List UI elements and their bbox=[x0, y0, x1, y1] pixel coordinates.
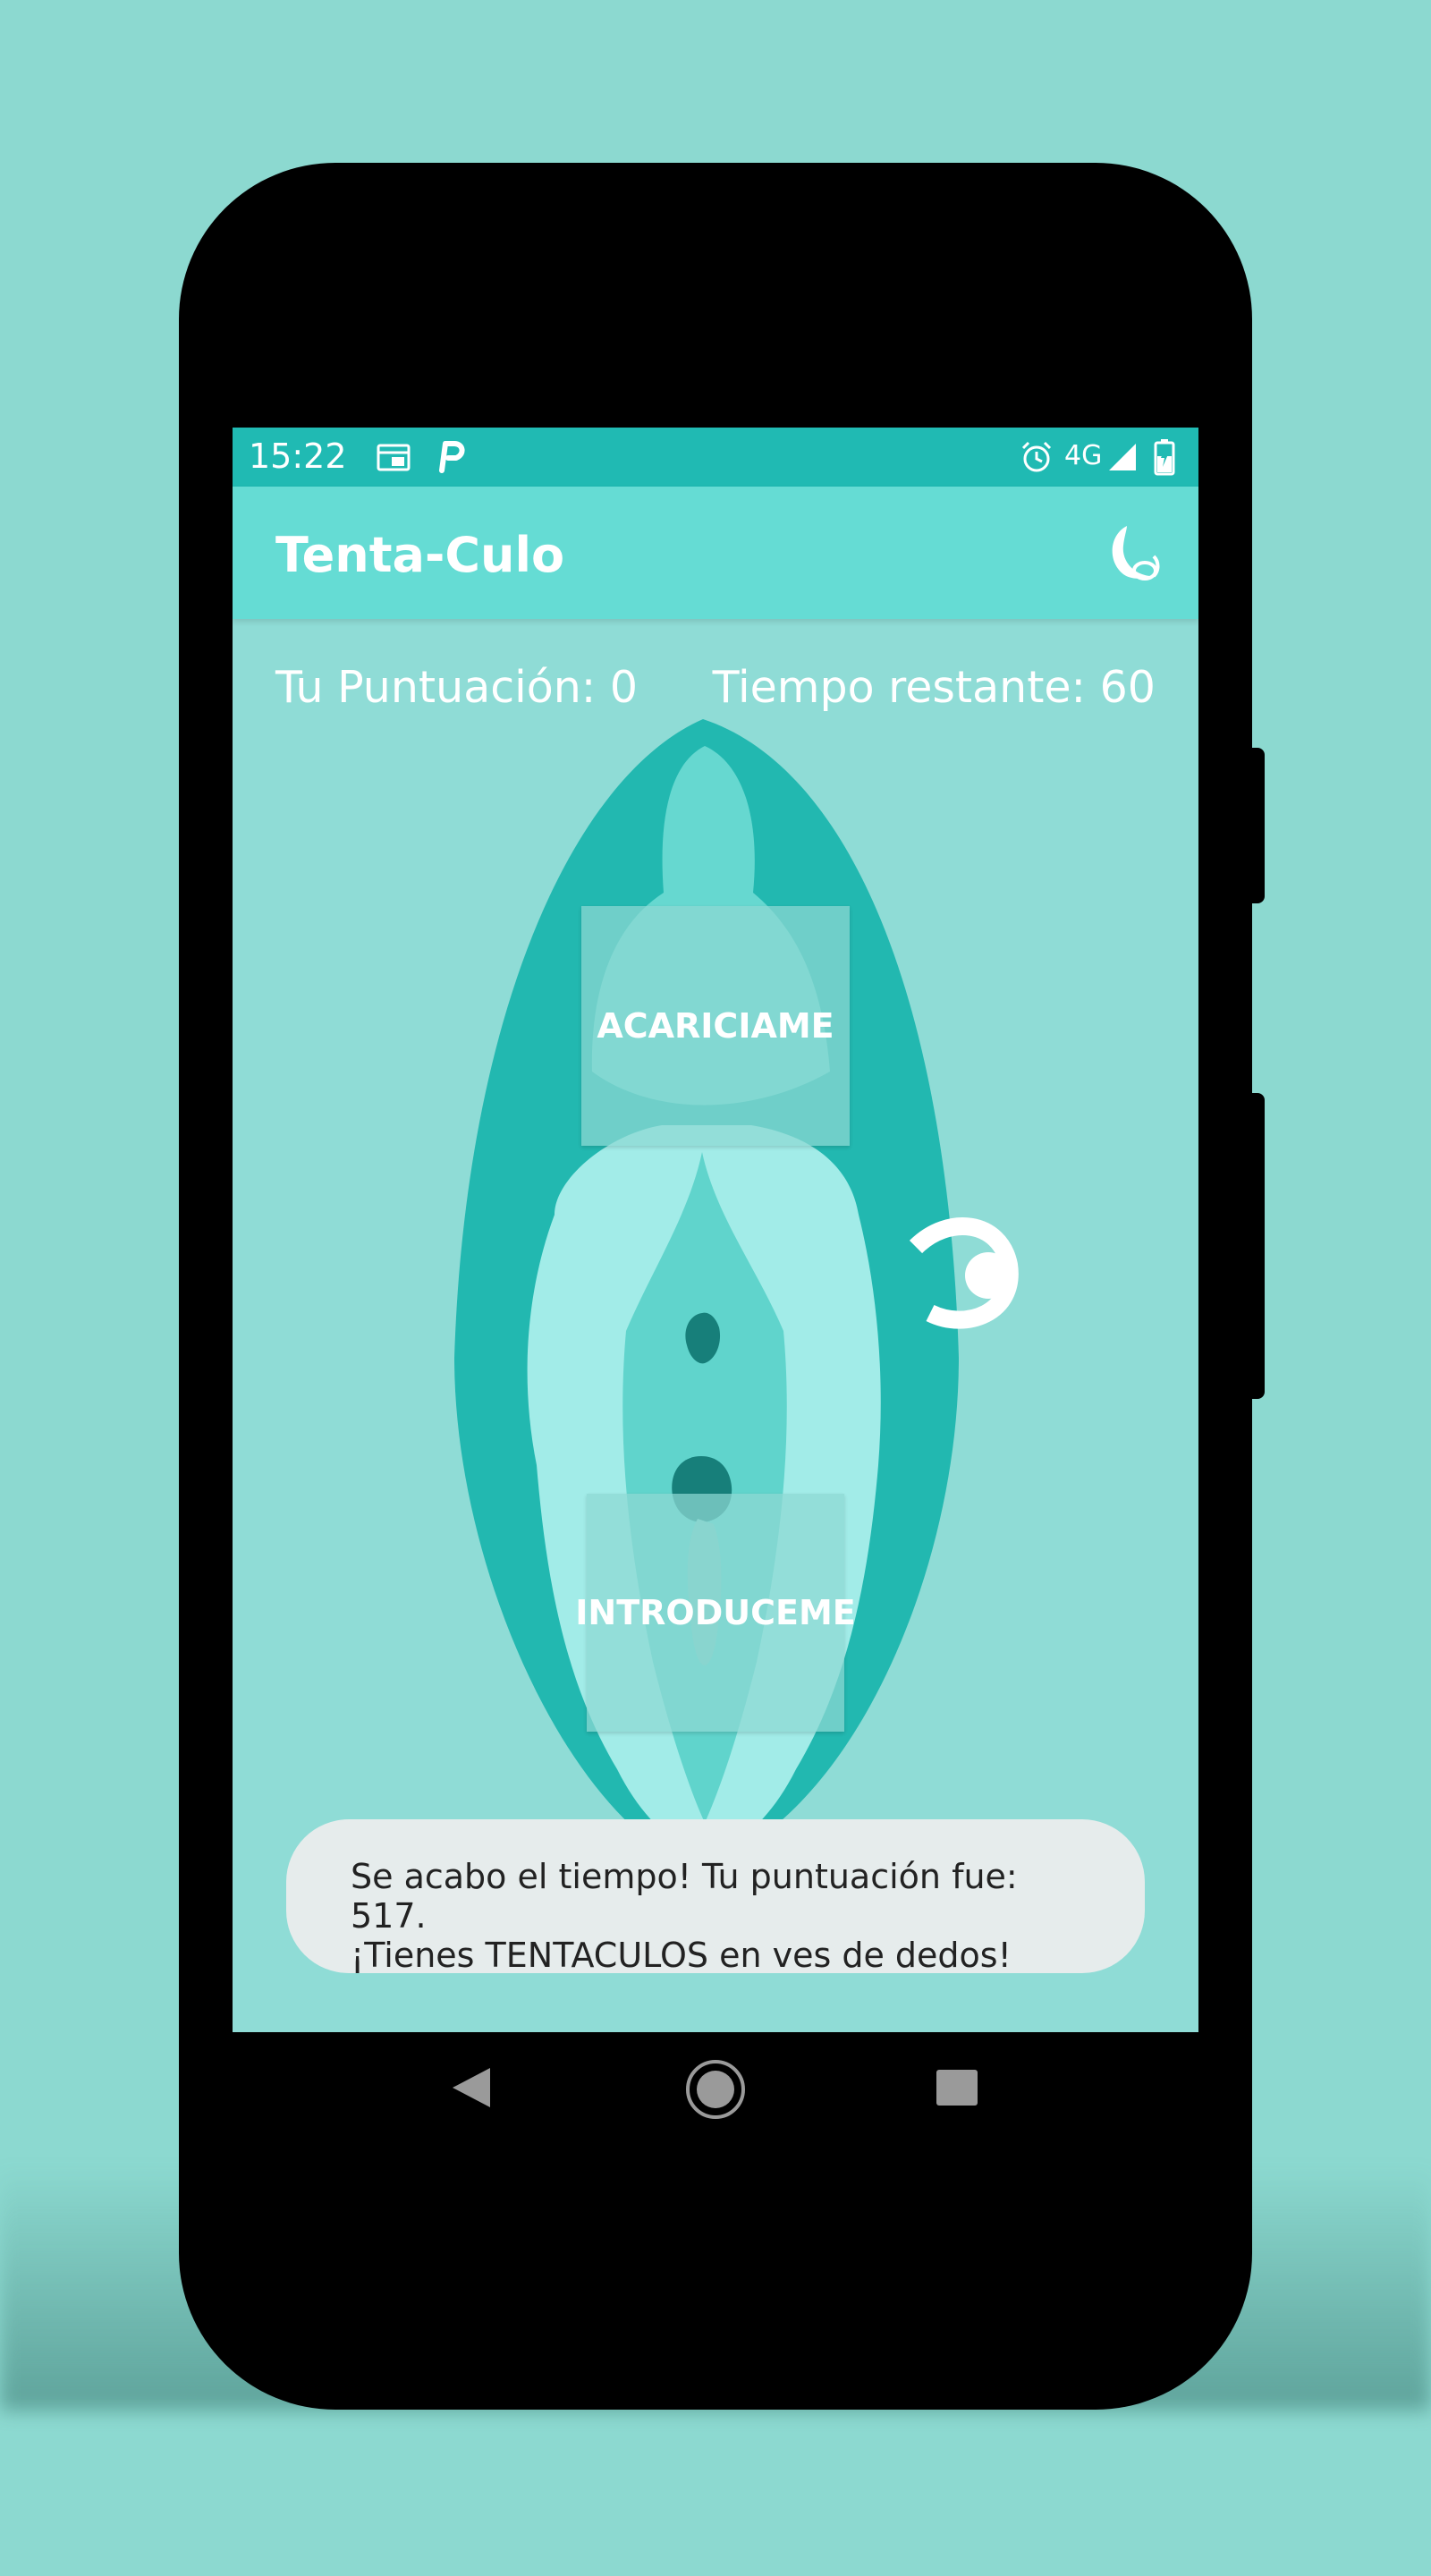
back-icon[interactable] bbox=[449, 2066, 494, 2109]
moon-menu-icon[interactable] bbox=[1100, 521, 1163, 585]
navigation-bar bbox=[233, 2032, 1198, 2148]
network-type: 4G bbox=[1064, 440, 1103, 471]
result-toast: Se acabo el tiempo! Tu puntuación fue: 5… bbox=[286, 1819, 1145, 1975]
app-screen: 15:22 4G Tenta-Culo Tu Puntuación: 0 Tie… bbox=[233, 428, 1198, 2032]
status-time: 15:22 bbox=[249, 436, 347, 476]
toast-line-1: Se acabo el tiempo! Tu puntuación fue: 5… bbox=[351, 1857, 1018, 1936]
battery-charging-icon bbox=[1154, 439, 1175, 476]
parking-p-icon bbox=[439, 441, 465, 473]
home-icon[interactable] bbox=[683, 2057, 748, 2122]
recents-icon[interactable] bbox=[936, 2070, 978, 2106]
toast-line-2: ¡Tienes TENTACULOS en ves de dedos! bbox=[351, 1936, 1012, 1975]
phone-volume-button bbox=[1249, 1093, 1265, 1399]
time-remaining-label: Tiempo restante: 60 bbox=[712, 662, 1156, 713]
score-label: Tu Puntuación: 0 bbox=[275, 662, 639, 713]
app-title: Tenta-Culo bbox=[275, 527, 565, 583]
app-bar: Tenta-Culo bbox=[233, 487, 1198, 619]
insert-button[interactable]: INTRODUCEME bbox=[575, 1494, 856, 1732]
status-bar: 15:22 4G bbox=[233, 428, 1198, 487]
alarm-clock-icon bbox=[1021, 441, 1052, 472]
phone-power-button bbox=[1249, 748, 1265, 903]
stroke-button[interactable]: ACARICIAME bbox=[581, 906, 850, 1146]
calendar-icon bbox=[377, 444, 411, 471]
ring-bead bbox=[965, 1252, 1012, 1299]
signal-icon bbox=[1109, 444, 1136, 470]
